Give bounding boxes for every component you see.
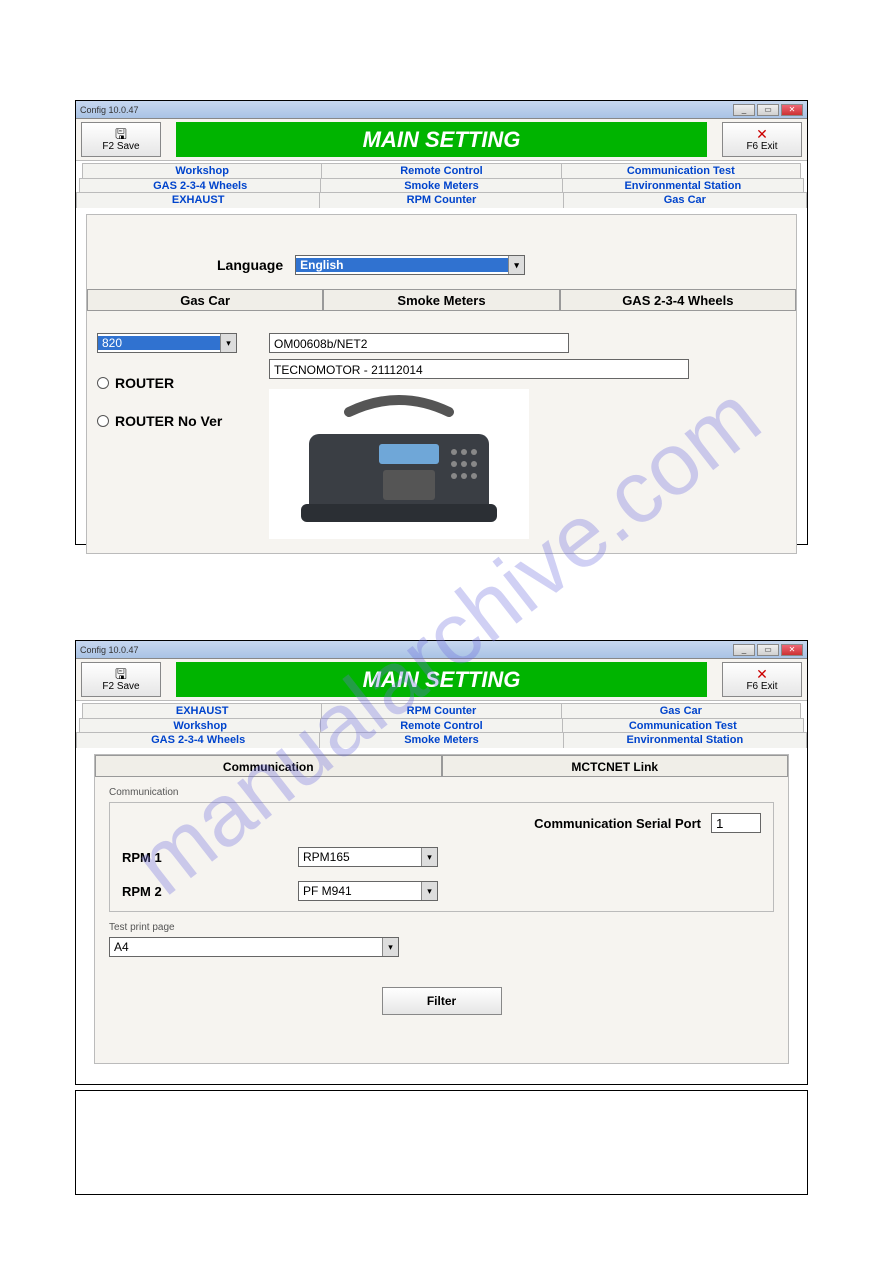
router-label: ROUTER — [115, 375, 174, 391]
radio-icon — [97, 377, 109, 389]
save-label: F2 Save — [102, 141, 139, 152]
device-image — [269, 389, 529, 539]
router-nover-label: ROUTER No Ver — [115, 413, 222, 429]
tab-exhaust[interactable]: EXHAUST — [82, 703, 322, 719]
exit-label: F6 Exit — [746, 141, 777, 152]
test-print-combo[interactable]: A4 ▾ — [109, 937, 399, 957]
chevron-down-icon: ▾ — [220, 334, 236, 352]
test-print-label: Test print page — [109, 922, 774, 933]
toolbar: 🖫 F2 Save MAIN SETTING ✕ F6 Exit — [76, 659, 807, 701]
tab-remote-control[interactable]: Remote Control — [322, 163, 561, 179]
language-combo[interactable]: English ▾ — [295, 255, 525, 275]
group-comm-label: Communication — [109, 787, 774, 798]
exit-label: F6 Exit — [746, 681, 777, 692]
filter-button[interactable]: Filter — [382, 987, 502, 1015]
rpm2-label: RPM 2 — [122, 884, 282, 899]
tab-gas-car[interactable]: Gas Car — [564, 192, 807, 208]
rpm1-combo[interactable]: RPM165 ▾ — [298, 847, 438, 867]
subtab-smoke-meters[interactable]: Smoke Meters — [323, 289, 559, 311]
tab-exhaust[interactable]: EXHAUST — [76, 192, 320, 208]
max-button[interactable]: ▭ — [757, 644, 779, 656]
chevron-down-icon: ▾ — [508, 256, 524, 274]
test-print-value: A4 — [110, 940, 382, 954]
subtab-gas-234-wheels[interactable]: GAS 2-3-4 Wheels — [560, 289, 796, 311]
screenshot-2: Config 10.0.47 _ ▭ ✕ 🖫 F2 Save MAIN SETT… — [75, 640, 808, 1085]
exit-button[interactable]: ✕ F6 Exit — [722, 662, 802, 697]
chevron-down-icon: ▾ — [421, 848, 437, 866]
window-titlebar: Config 10.0.47 _ ▭ ✕ — [76, 641, 807, 659]
model-value: 820 — [98, 336, 220, 350]
min-button[interactable]: _ — [733, 104, 755, 116]
tab-stack: Workshop Remote Control Communication Te… — [76, 163, 807, 208]
rpm2-combo[interactable]: PF M941 ▾ — [298, 881, 438, 901]
rpm1-value: RPM165 — [299, 850, 421, 864]
tab-gas-234-wheels[interactable]: GAS 2-3-4 Wheels — [76, 732, 320, 748]
close-button[interactable]: ✕ — [781, 644, 803, 656]
main-pane-2: Communication MCTCNET Link Communication… — [94, 754, 789, 1064]
window-titlebar: Config 10.0.47 _ ▭ ✕ — [76, 101, 807, 119]
title-banner: MAIN SETTING — [176, 122, 707, 157]
screenshot-1: Config 10.0.47 _ ▭ ✕ 🖫 F2 Save MAIN SETT… — [75, 100, 808, 545]
window-title: Config 10.0.47 — [80, 645, 139, 655]
device-code-field[interactable]: OM00608b/NET2 — [269, 333, 569, 353]
group-comm-box: Communication Serial Port RPM 1 RPM165 ▾… — [109, 802, 774, 912]
tab-smoke-meters[interactable]: Smoke Meters — [320, 732, 563, 748]
exit-button[interactable]: ✕ F6 Exit — [722, 122, 802, 157]
radio-icon — [97, 415, 109, 427]
empty-cell — [75, 1090, 808, 1195]
save-icon: 🖫 — [115, 667, 127, 681]
inner-tab-mctcnet-link[interactable]: MCTCNET Link — [442, 755, 789, 777]
tab-rpm-counter[interactable]: RPM Counter — [322, 703, 561, 719]
save-icon: 🖫 — [115, 127, 127, 141]
tab-gas-car[interactable]: Gas Car — [562, 703, 801, 719]
tab-rpm-counter[interactable]: RPM Counter — [320, 192, 563, 208]
tab-environmental-station[interactable]: Environmental Station — [564, 732, 807, 748]
close-button[interactable]: ✕ — [781, 104, 803, 116]
save-label: F2 Save — [102, 681, 139, 692]
save-button[interactable]: 🖫 F2 Save — [81, 122, 161, 157]
chevron-down-icon: ▾ — [421, 882, 437, 900]
main-pane: Language English ▾ Gas Car Smoke Meters … — [86, 214, 797, 554]
toolbar: 🖫 F2 Save MAIN SETTING ✕ F6 Exit — [76, 119, 807, 161]
tab-stack: EXHAUST RPM Counter Gas Car Workshop Rem… — [76, 703, 807, 748]
model-combo[interactable]: 820 ▾ — [97, 333, 237, 353]
router-nover-radio[interactable]: ROUTER No Ver — [97, 413, 247, 429]
device-info-field[interactable]: TECNOMOTOR - 21112014 — [269, 359, 689, 379]
csp-label: Communication Serial Port — [534, 816, 701, 831]
analyzer-device-icon — [279, 394, 519, 534]
language-value: English — [296, 258, 508, 272]
min-button[interactable]: _ — [733, 644, 755, 656]
tab-workshop[interactable]: Workshop — [82, 163, 322, 179]
window-title: Config 10.0.47 — [80, 105, 139, 115]
tab-communication-test[interactable]: Communication Test — [562, 163, 801, 179]
close-icon: ✕ — [756, 667, 768, 681]
close-icon: ✕ — [756, 127, 768, 141]
csp-input[interactable] — [711, 813, 761, 833]
title-banner: MAIN SETTING — [176, 662, 707, 697]
subtab-gas-car[interactable]: Gas Car — [87, 289, 323, 311]
rpm2-value: PF M941 — [299, 884, 421, 898]
inner-tab-communication[interactable]: Communication — [95, 755, 442, 777]
router-radio[interactable]: ROUTER — [97, 375, 247, 391]
max-button[interactable]: ▭ — [757, 104, 779, 116]
rpm1-label: RPM 1 — [122, 850, 282, 865]
chevron-down-icon: ▾ — [382, 938, 398, 956]
save-button[interactable]: 🖫 F2 Save — [81, 662, 161, 697]
language-label: Language — [217, 257, 283, 273]
